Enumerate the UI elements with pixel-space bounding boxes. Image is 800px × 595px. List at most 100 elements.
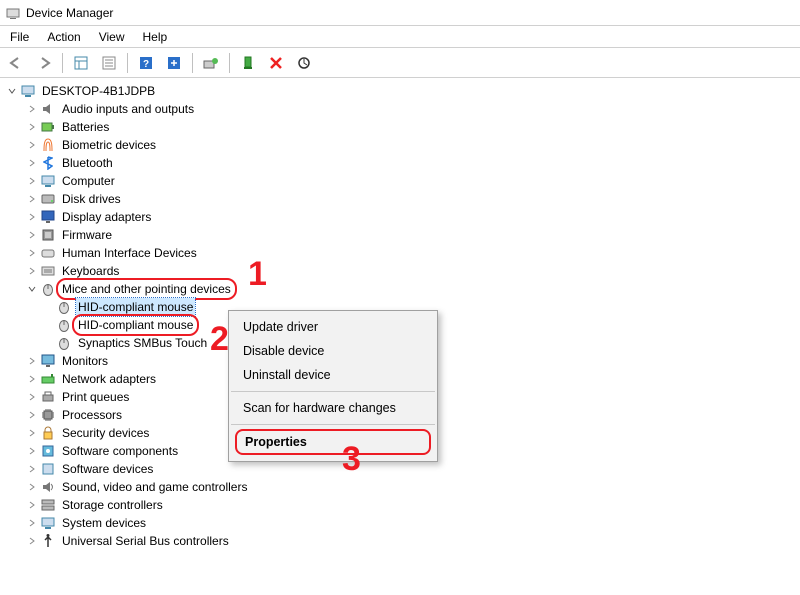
chevron-right-icon[interactable]: [26, 265, 38, 277]
menu-action[interactable]: Action: [39, 28, 88, 46]
chevron-right-icon[interactable]: [26, 481, 38, 493]
synaptics-label: Synaptics SMBus Touch: [76, 334, 209, 352]
chevron-right-icon[interactable]: [26, 211, 38, 223]
toolbar-divider: [192, 53, 193, 73]
software-icon: [40, 443, 56, 459]
audio-icon: [40, 101, 56, 117]
uninstall-device-button[interactable]: [264, 51, 288, 75]
tree-category[interactable]: Batteries: [6, 118, 800, 136]
tree-category[interactable]: Display adapters: [6, 208, 800, 226]
keyboard-icon: [40, 263, 56, 279]
annotation-3: 3: [342, 440, 361, 479]
category-label: Sound, video and game controllers: [60, 478, 249, 496]
category-label: Software components: [60, 442, 180, 460]
context-update-driver[interactable]: Update driver: [229, 315, 437, 339]
window-title: Device Manager: [26, 6, 113, 20]
processor-icon: [40, 407, 56, 423]
category-label: Universal Serial Bus controllers: [60, 532, 231, 550]
menu-view[interactable]: View: [91, 28, 133, 46]
chevron-right-icon[interactable]: [26, 427, 38, 439]
context-separator: [231, 391, 435, 392]
scan-hardware-button[interactable]: [292, 51, 316, 75]
category-label: Monitors: [60, 352, 110, 370]
category-label: Storage controllers: [60, 496, 165, 514]
chevron-right-icon[interactable]: [26, 355, 38, 367]
annotation-1: 1: [248, 255, 267, 294]
properties-toolbar-button[interactable]: [97, 51, 121, 75]
sound-icon: [40, 479, 56, 495]
chevron-right-icon[interactable]: [26, 409, 38, 421]
mouse-icon: [56, 335, 72, 351]
chevron-down-icon[interactable]: [6, 85, 18, 97]
mice-label: Mice and other pointing devices: [56, 278, 237, 300]
tree-category[interactable]: Computer: [6, 172, 800, 190]
show-hide-tree-button[interactable]: [69, 51, 93, 75]
category-label: Disk drives: [60, 190, 123, 208]
category-label: Batteries: [60, 118, 111, 136]
category-label: Processors: [60, 406, 124, 424]
tree-category[interactable]: Disk drives: [6, 190, 800, 208]
context-separator: [231, 424, 435, 425]
biometric-icon: [40, 137, 56, 153]
tree-category[interactable]: System devices: [6, 514, 800, 532]
help-button[interactable]: ?: [134, 51, 158, 75]
chevron-right-icon[interactable]: [26, 157, 38, 169]
chevron-right-icon[interactable]: [26, 247, 38, 259]
storage-icon: [40, 497, 56, 513]
tree-category[interactable]: Human Interface Devices: [6, 244, 800, 262]
forward-button[interactable]: [32, 51, 56, 75]
back-button[interactable]: [4, 51, 28, 75]
context-disable-device[interactable]: Disable device: [229, 339, 437, 363]
swdev-icon: [40, 461, 56, 477]
tree-category[interactable]: Bluetooth: [6, 154, 800, 172]
category-label: Human Interface Devices: [60, 244, 199, 262]
tree-category[interactable]: Firmware: [6, 226, 800, 244]
chevron-right-icon[interactable]: [26, 139, 38, 151]
chevron-right-icon[interactable]: [26, 229, 38, 241]
hid-mouse-2-label: HID-compliant mouse: [72, 314, 199, 336]
context-scan-hardware[interactable]: Scan for hardware changes: [229, 396, 437, 420]
chevron-right-icon[interactable]: [26, 445, 38, 457]
tree-category[interactable]: Audio inputs and outputs: [6, 100, 800, 118]
toolbar: ?: [0, 48, 800, 78]
category-label: Network adapters: [60, 370, 158, 388]
mouse-icon: [40, 281, 56, 297]
annotation-2: 2: [210, 320, 229, 359]
chevron-right-icon[interactable]: [26, 391, 38, 403]
tree-category[interactable]: Universal Serial Bus controllers: [6, 532, 800, 550]
chevron-right-icon[interactable]: [26, 463, 38, 475]
chevron-right-icon[interactable]: [26, 193, 38, 205]
menu-file[interactable]: File: [2, 28, 37, 46]
titlebar: Device Manager: [0, 0, 800, 26]
computer-icon: [40, 173, 56, 189]
usb-icon: [40, 533, 56, 549]
category-label: Security devices: [60, 424, 151, 442]
toolbar-divider: [229, 53, 230, 73]
chevron-right-icon[interactable]: [26, 517, 38, 529]
menu-help[interactable]: Help: [135, 28, 176, 46]
category-label: Print queues: [60, 388, 131, 406]
update-driver-button[interactable]: [199, 51, 223, 75]
category-label: System devices: [60, 514, 148, 532]
action-button[interactable]: [162, 51, 186, 75]
chevron-right-icon[interactable]: [26, 175, 38, 187]
context-properties[interactable]: Properties: [235, 429, 431, 455]
bluetooth-icon: [40, 155, 56, 171]
tree-category[interactable]: Software devices: [6, 460, 800, 478]
tree-category[interactable]: Sound, video and game controllers: [6, 478, 800, 496]
context-uninstall-device[interactable]: Uninstall device: [229, 363, 437, 387]
tree-category[interactable]: Biometric devices: [6, 136, 800, 154]
category-label: Biometric devices: [60, 136, 158, 154]
category-label: Firmware: [60, 226, 114, 244]
chevron-right-icon[interactable]: [26, 121, 38, 133]
chevron-right-icon[interactable]: [26, 535, 38, 547]
chevron-right-icon[interactable]: [26, 103, 38, 115]
enable-device-button[interactable]: [236, 51, 260, 75]
tree-category-mice[interactable]: Mice and other pointing devices: [6, 280, 800, 298]
chevron-down-icon[interactable]: [26, 283, 38, 295]
tree-category[interactable]: Storage controllers: [6, 496, 800, 514]
chevron-right-icon[interactable]: [26, 499, 38, 511]
tree-root[interactable]: DESKTOP-4B1JDPB: [6, 82, 800, 100]
svg-text:?: ?: [143, 59, 149, 70]
chevron-right-icon[interactable]: [26, 373, 38, 385]
